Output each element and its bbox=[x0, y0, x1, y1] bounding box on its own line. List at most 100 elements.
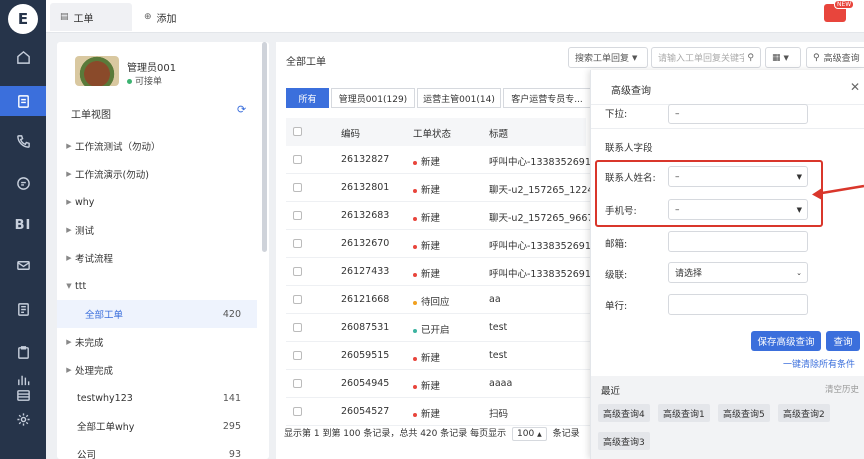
tree-item[interactable]: ▶ 处理完成 bbox=[57, 356, 257, 384]
phone-select[interactable]: – ▼ bbox=[668, 199, 808, 220]
row-title[interactable]: 聊天-u2_157265_966791 bbox=[489, 210, 606, 224]
recent-query-chip[interactable]: 高级查询5 bbox=[718, 404, 770, 422]
settings-gear-icon[interactable] bbox=[0, 404, 46, 434]
tree-item[interactable]: ▶ 考试流程 bbox=[57, 244, 257, 272]
tree-item[interactable]: ▶ why bbox=[57, 188, 257, 216]
chevron-down-icon: ▼ bbox=[796, 206, 802, 214]
dropdown-field[interactable]: – bbox=[668, 104, 808, 124]
row-title[interactable]: test bbox=[489, 322, 507, 333]
tree-item[interactable]: ▶ 测试 bbox=[57, 216, 257, 244]
refresh-icon[interactable]: ⟳ bbox=[237, 103, 246, 116]
query-button[interactable]: 查询 bbox=[826, 331, 860, 351]
row-title[interactable]: 呼叫中心-13383526916 bbox=[489, 238, 597, 252]
row-title[interactable]: aaaa bbox=[489, 378, 512, 389]
tree-item[interactable]: ▶ 未完成 bbox=[57, 328, 257, 356]
tree-item-count: 295 bbox=[222, 420, 241, 432]
top-tab-bar: ▤ 工单 ⊕ 添加 NEW bbox=[46, 0, 864, 33]
tree-item-all-tickets[interactable]: 全部工单 420 bbox=[57, 300, 257, 328]
recent-query-chip[interactable]: 高级查询1 bbox=[658, 404, 710, 422]
row-title[interactable]: 聊天-u2_157265_1224 bbox=[489, 182, 593, 196]
save-advanced-query-button[interactable]: 保存高级查询 bbox=[751, 331, 821, 351]
tree-item[interactable]: testwhy123 141 bbox=[57, 384, 257, 412]
mail-icon[interactable] bbox=[0, 250, 46, 280]
recent-query-chip[interactable]: 高级查询4 bbox=[598, 404, 650, 422]
email-input[interactable] bbox=[668, 231, 808, 252]
cascade-select[interactable]: 请选择 ⌄ bbox=[668, 262, 808, 283]
table-row[interactable]: 26054527 新建 扫码 bbox=[286, 398, 591, 426]
clear-conditions-link[interactable]: 一键清除所有条件 bbox=[783, 357, 855, 370]
row-checkbox[interactable] bbox=[293, 239, 302, 248]
column-header-title[interactable]: 标题 bbox=[489, 126, 508, 140]
row-checkbox[interactable] bbox=[293, 379, 302, 388]
filter-tab-ops-specialist[interactable]: 客户运营专员专... bbox=[503, 88, 591, 108]
reply-search-select[interactable]: 搜索工单回复 ▼ bbox=[568, 47, 648, 68]
row-title[interactable]: 扫码 bbox=[489, 406, 508, 420]
table-row[interactable]: 26121668 待回应 aa bbox=[286, 286, 591, 314]
filter-tab-all[interactable]: 所有 bbox=[286, 88, 329, 108]
table-row[interactable]: 26087531 已开启 test bbox=[286, 314, 591, 342]
status-dot-icon bbox=[413, 300, 417, 305]
row-checkbox[interactable] bbox=[293, 211, 302, 220]
row-status: 新建 bbox=[413, 210, 440, 224]
row-checkbox[interactable] bbox=[293, 155, 302, 164]
column-settings-button[interactable]: ▦ ▼ bbox=[765, 47, 801, 68]
filter-tab-ops-lead[interactable]: 运营主管001(14) bbox=[417, 88, 501, 108]
page-size-select[interactable]: 100 ▲ bbox=[512, 427, 547, 441]
row-title[interactable]: aa bbox=[489, 294, 501, 305]
row-title[interactable]: 呼叫中心-13383526916 bbox=[489, 266, 597, 280]
app-logo[interactable]: E bbox=[8, 4, 38, 34]
table-row[interactable]: 26132801 新建 聊天-u2_157265_1224 bbox=[286, 174, 593, 202]
table-row[interactable]: 26054945 新建 aaaa bbox=[286, 370, 591, 398]
bi-nav-item[interactable]: BI bbox=[0, 210, 46, 240]
tree-item[interactable]: 全部工单why 295 bbox=[57, 412, 257, 440]
contact-name-select[interactable]: – ▼ bbox=[668, 166, 808, 187]
chevron-down-icon: ▼ bbox=[796, 173, 802, 181]
tree-item-count: 420 bbox=[222, 308, 241, 320]
tree-item[interactable]: ▼ ttt bbox=[57, 272, 257, 300]
chat-icon[interactable] bbox=[0, 168, 46, 198]
ticket-icon[interactable] bbox=[0, 86, 46, 116]
tree-item[interactable]: ▶ 工作流演示(勿动) bbox=[57, 160, 257, 188]
column-header-code[interactable]: 编码 bbox=[341, 126, 360, 140]
gift-icon[interactable]: NEW bbox=[824, 0, 855, 22]
advanced-query-button[interactable]: ⚲ 高级查询 bbox=[806, 47, 864, 68]
tab-ticket[interactable]: ▤ 工单 bbox=[50, 3, 132, 31]
table-row[interactable]: 26059515 新建 test bbox=[286, 342, 591, 370]
filter-tab-admin[interactable]: 管理员001(129) bbox=[331, 88, 415, 108]
home-icon[interactable] bbox=[0, 42, 46, 72]
reply-keyword-input[interactable]: 请输入工单回复关键字 ⚲ bbox=[651, 47, 761, 68]
clear-history-link[interactable]: 清空历史 bbox=[825, 383, 859, 395]
recent-query-chip[interactable]: 高级查询2 bbox=[778, 404, 830, 422]
tree-item[interactable]: 公司 93 bbox=[57, 440, 257, 459]
row-checkbox[interactable] bbox=[293, 267, 302, 276]
row-checkbox[interactable] bbox=[293, 323, 302, 332]
phone-value: – bbox=[675, 204, 680, 215]
column-header-status[interactable]: 工单状态 bbox=[413, 126, 451, 140]
select-all-checkbox[interactable] bbox=[293, 127, 302, 136]
row-status: 新建 bbox=[413, 266, 440, 280]
table-row[interactable]: 26132683 新建 聊天-u2_157265_966791 bbox=[286, 202, 606, 230]
left-scrollbar[interactable] bbox=[262, 42, 267, 252]
single-line-input[interactable] bbox=[668, 294, 808, 315]
row-checkbox[interactable] bbox=[293, 351, 302, 360]
table-row[interactable]: 26132670 新建 呼叫中心-13383526916 bbox=[286, 230, 597, 258]
row-status-text: 新建 bbox=[421, 185, 441, 196]
row-checkbox[interactable] bbox=[293, 407, 302, 416]
tree-item[interactable]: ▶ 工作流测试（勿动） bbox=[57, 132, 257, 160]
close-icon[interactable]: ✕ bbox=[850, 80, 860, 94]
user-status[interactable]: 可接单 bbox=[127, 74, 162, 87]
clipboard-icon[interactable] bbox=[0, 337, 46, 367]
recent-query-chip[interactable]: 高级查询3 bbox=[598, 432, 650, 450]
phone-icon[interactable] bbox=[0, 126, 46, 156]
row-title[interactable]: 呼叫中心-13383526916 bbox=[489, 154, 597, 168]
row-checkbox[interactable] bbox=[293, 183, 302, 192]
avatar[interactable] bbox=[75, 56, 119, 86]
document-icon[interactable] bbox=[0, 294, 46, 324]
chevron-right-icon: ▶ bbox=[66, 170, 72, 178]
tab-add[interactable]: ⊕ 添加 bbox=[134, 3, 187, 31]
row-status: 新建 bbox=[413, 350, 440, 364]
table-row[interactable]: 26127433 新建 呼叫中心-13383526916 bbox=[286, 258, 597, 286]
row-title[interactable]: test bbox=[489, 350, 507, 361]
table-row[interactable]: 26132827 新建 呼叫中心-13383526916 bbox=[286, 146, 597, 174]
row-checkbox[interactable] bbox=[293, 295, 302, 304]
